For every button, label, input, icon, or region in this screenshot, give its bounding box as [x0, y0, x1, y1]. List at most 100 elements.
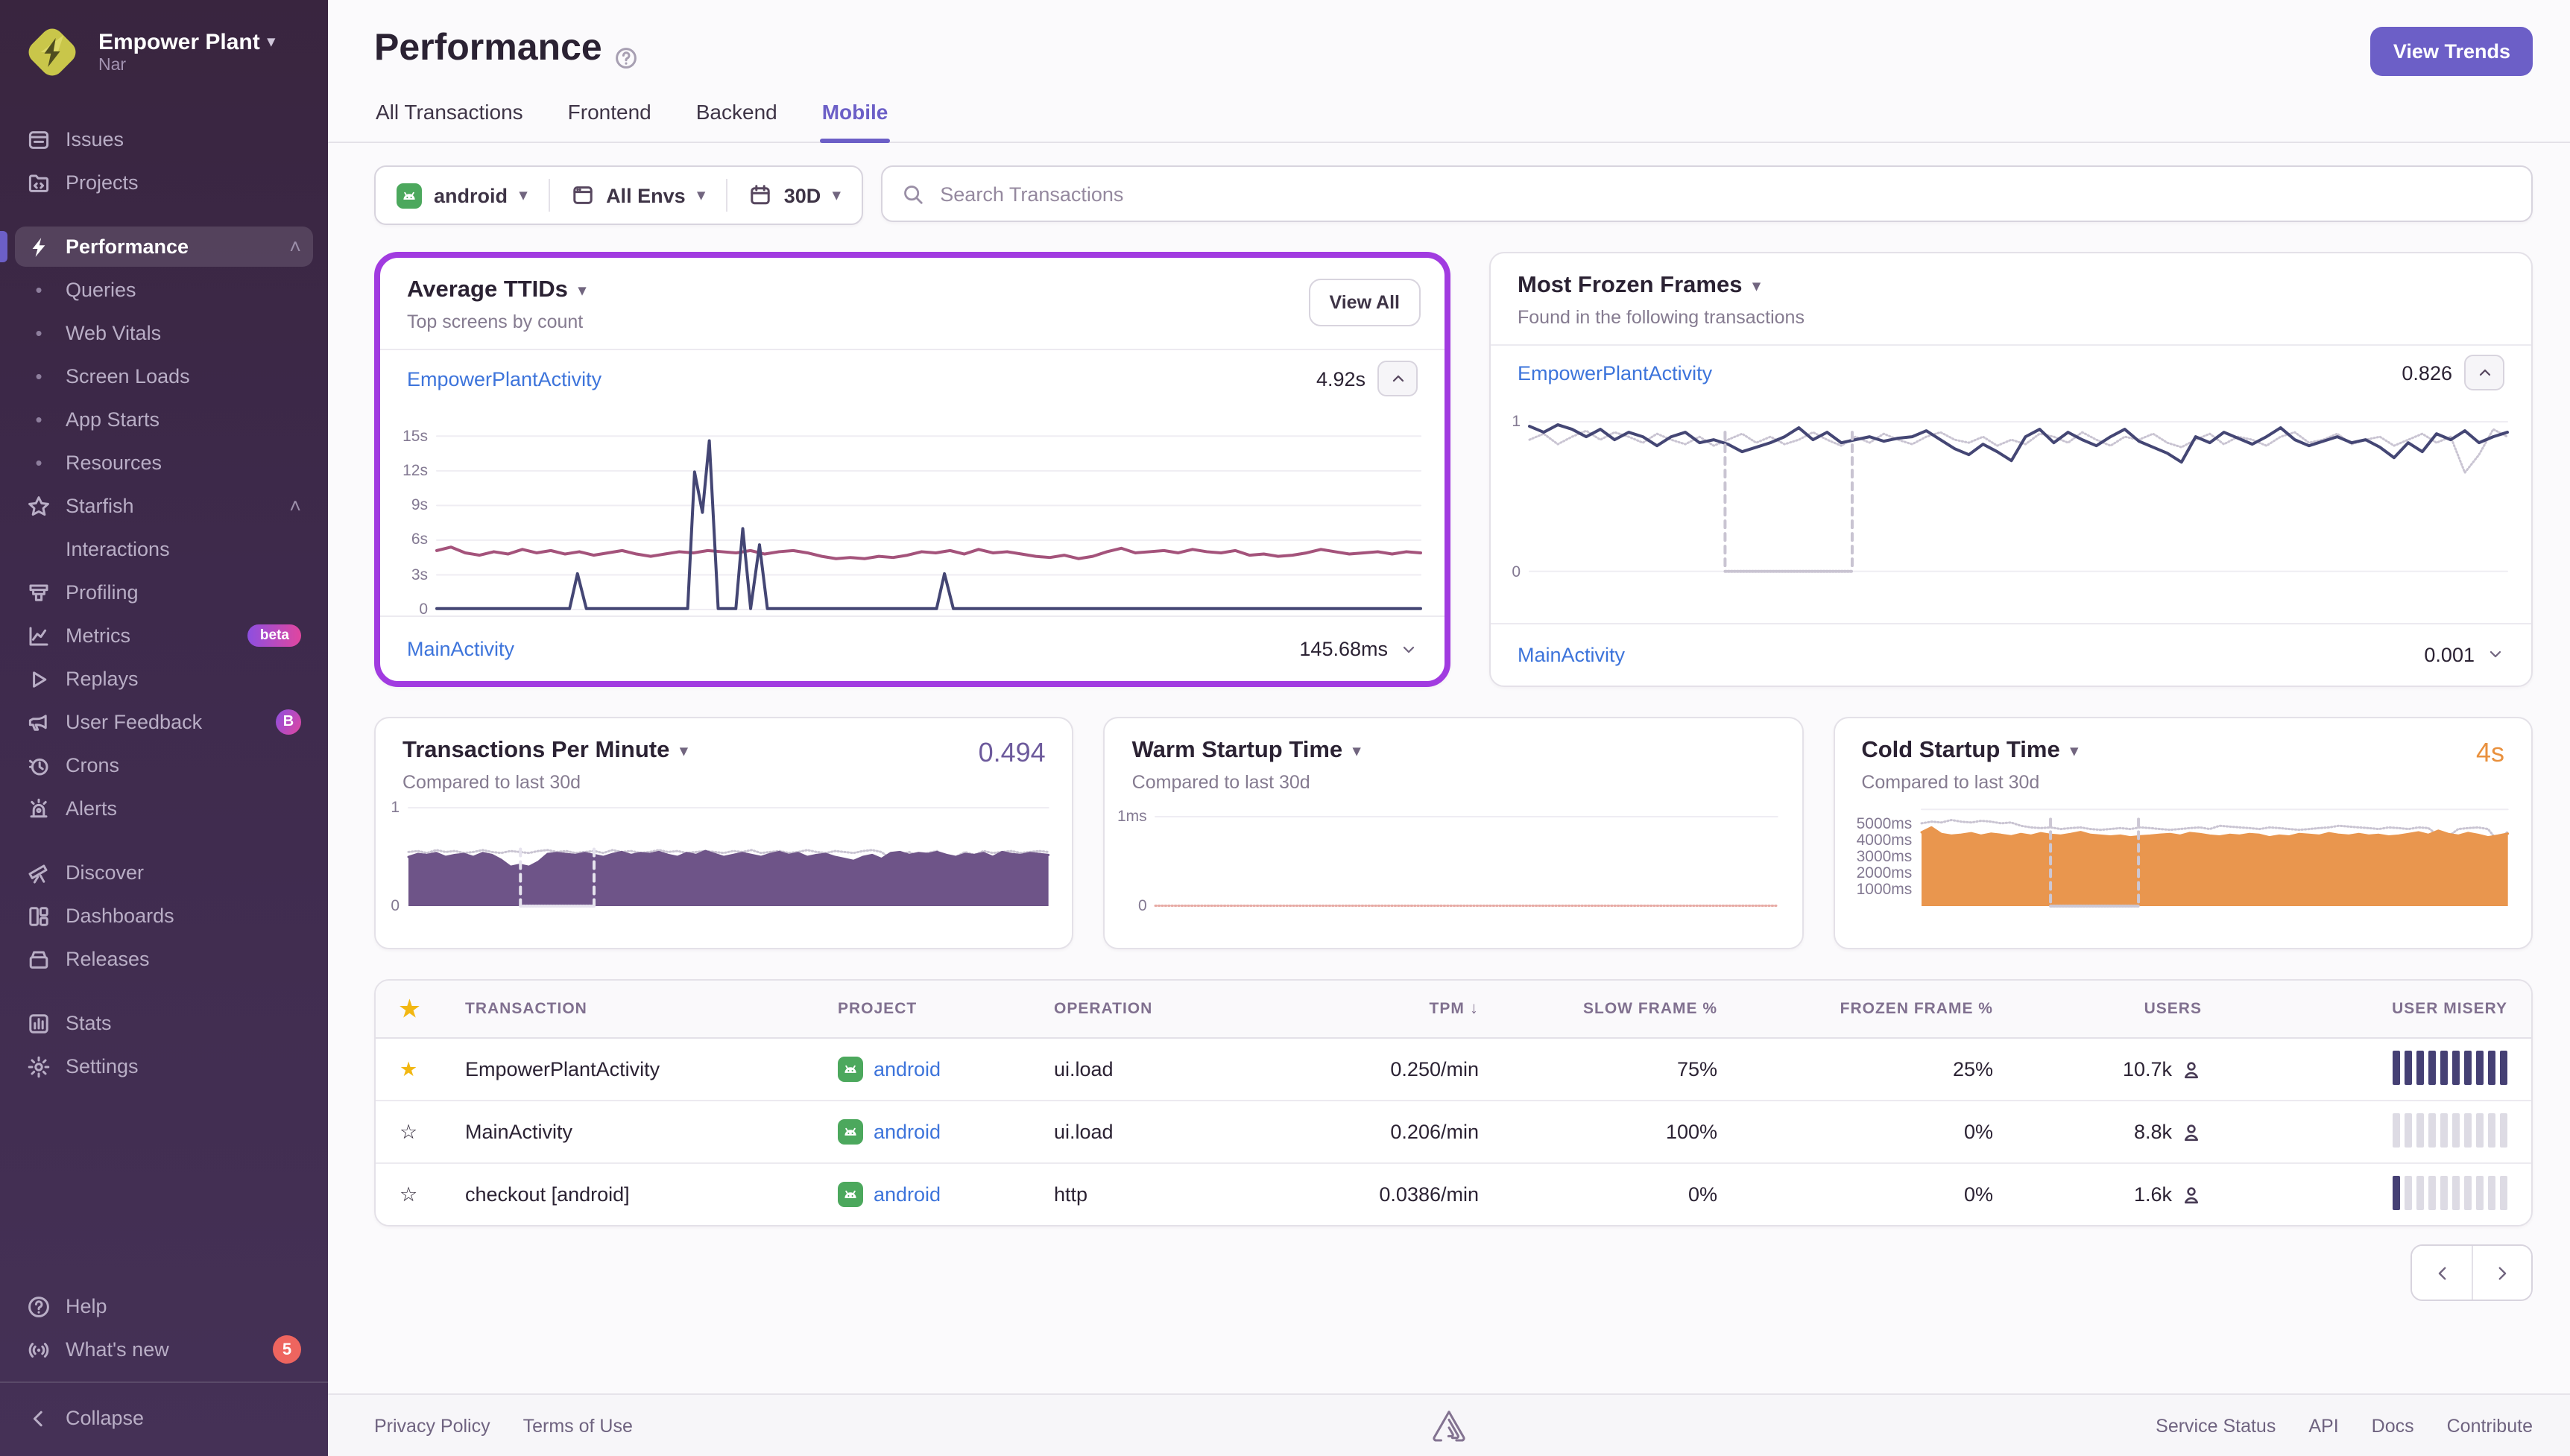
prev-page-button[interactable] — [2412, 1246, 2472, 1300]
sidebar-item-label: Help — [66, 1295, 107, 1317]
sidebar-item-issues[interactable]: Issues — [15, 119, 313, 159]
footer-link-service-status[interactable]: Service Status — [2156, 1415, 2276, 1436]
users-cell: 10.7k — [1993, 1058, 2202, 1080]
sidebar-item-what-s-new[interactable]: What's new 5 — [15, 1329, 313, 1370]
footer-left-links: Privacy Policy Terms of Use — [374, 1415, 633, 1436]
tab-frontend[interactable]: Frontend — [566, 100, 653, 142]
project-link[interactable]: android — [874, 1183, 941, 1206]
panel-title[interactable]: Average TTIDs — [407, 277, 568, 304]
ttid-chart[interactable] — [437, 419, 1421, 610]
panel-value: 4s — [2475, 738, 2504, 767]
dashboards-icon — [27, 904, 51, 928]
panel-title[interactable]: Cold Startup Time — [1861, 738, 2059, 765]
discover-icon — [27, 861, 51, 884]
user-misery-cell — [2202, 1050, 2507, 1089]
tab-mobile[interactable]: Mobile — [820, 100, 891, 143]
sidebar-item-resources[interactable]: • Resources — [15, 443, 313, 483]
sidebar-item-screen-loads[interactable]: • Screen Loads — [15, 356, 313, 396]
sidebar-item-settings[interactable]: Settings — [15, 1046, 313, 1086]
column-header[interactable]: TRANSACTION — [465, 1000, 838, 1018]
transaction-link[interactable]: EmpowerPlantActivity — [1518, 361, 1712, 384]
sidebar-item-releases[interactable]: Releases — [15, 939, 313, 979]
help-question-icon[interactable] — [614, 37, 638, 68]
sidebar-item-label: Starfish — [66, 495, 134, 517]
table-row: ☆ checkout [android] android http 0.0386… — [376, 1162, 2531, 1225]
sidebar-item-starfish[interactable]: Starfish ˄ — [15, 486, 313, 526]
column-header[interactable]: OPERATION — [1054, 1000, 1270, 1018]
sidebar-item-replays[interactable]: Replays — [15, 659, 313, 699]
star-icon[interactable]: ☆ — [400, 1121, 465, 1142]
sidebar-item-queries[interactable]: • Queries — [15, 270, 313, 310]
metric-value: 0.001 — [2424, 643, 2475, 666]
footer-link-contribute[interactable]: Contribute — [2447, 1415, 2533, 1436]
sidebar-item-discover[interactable]: Discover — [15, 852, 313, 893]
environment-filter[interactable]: All Envs ▾ — [548, 179, 726, 212]
transaction-link[interactable]: MainActivity — [1518, 644, 1625, 666]
next-page-button[interactable] — [2472, 1246, 2531, 1300]
column-header[interactable]: SLOW FRAME % — [1479, 1000, 1717, 1018]
sidebar-item-app-starts[interactable]: • App Starts — [15, 399, 313, 440]
tab-all-transactions[interactable]: All Transactions — [374, 100, 525, 142]
project-link[interactable]: android — [874, 1121, 941, 1143]
org-switcher[interactable]: Empower Plant ▾ Nar — [0, 0, 328, 92]
star-icon[interactable]: ★ — [400, 1059, 465, 1080]
sidebar-item-dashboards[interactable]: Dashboards — [15, 896, 313, 936]
transaction-link[interactable]: checkout [android] — [465, 1183, 838, 1206]
view-all-button[interactable]: View All — [1308, 279, 1421, 326]
sidebar-item-stats[interactable]: Stats — [15, 1003, 313, 1043]
y-tick-label: 0 — [1512, 563, 1521, 581]
column-header[interactable]: USER MISERY — [2202, 1000, 2507, 1018]
transaction-link[interactable]: EmpowerPlantActivity — [407, 367, 602, 390]
search-input[interactable] — [937, 181, 2512, 206]
cold-startup-panel: Cold Startup Time ▾ Compared to last 30d… — [1833, 717, 2533, 949]
transaction-link[interactable]: MainActivity — [407, 638, 514, 660]
collapse-chevron-button[interactable] — [2464, 355, 2504, 391]
footer-link-api[interactable]: API — [2308, 1415, 2338, 1436]
sidebar-item-alerts[interactable]: Alerts — [15, 788, 313, 829]
footer-link-terms-of-use[interactable]: Terms of Use — [523, 1415, 633, 1436]
sidebar-item-label: Profiling — [66, 581, 139, 604]
sidebar-item-performance[interactable]: Performance ˄ — [0, 227, 313, 267]
sidebar-item-crons[interactable]: Crons — [15, 745, 313, 785]
transaction-link[interactable]: MainActivity — [465, 1121, 838, 1143]
transaction-link[interactable]: EmpowerPlantActivity — [465, 1058, 838, 1080]
column-header[interactable]: TPM ↓ — [1270, 1000, 1479, 1018]
sidebar-item-metrics[interactable]: Metrics beta — [15, 615, 313, 656]
frozen-frames-chart[interactable] — [1529, 412, 2507, 572]
sidebar-item-label: Performance — [66, 235, 189, 258]
view-trends-button[interactable]: View Trends — [2370, 27, 2533, 76]
metric-value: 0.826 — [2402, 361, 2452, 384]
performance-tabs: All Transactions Frontend Backend Mobile — [328, 100, 2570, 143]
tab-backend[interactable]: Backend — [695, 100, 779, 142]
sidebar-item-projects[interactable]: Projects — [15, 162, 313, 203]
cold-startup-chart[interactable] — [1921, 808, 2507, 906]
sidebar-item-user-feedback[interactable]: User Feedback B — [15, 702, 313, 742]
metrics-icon — [27, 624, 51, 648]
column-header[interactable]: USERS — [1993, 1000, 2202, 1018]
project-filter[interactable]: android ▾ — [376, 179, 548, 212]
star-header-icon[interactable]: ★ — [400, 998, 465, 1020]
panel-title[interactable]: Most Frozen Frames — [1518, 273, 1742, 300]
column-header[interactable]: FROZEN FRAME % — [1717, 1000, 1993, 1018]
sidebar-item-label: Issues — [66, 128, 124, 151]
star-icon[interactable]: ☆ — [400, 1184, 465, 1205]
expand-chevron-icon[interactable] — [2487, 646, 2504, 664]
releases-icon — [27, 947, 51, 971]
sidebar-item-profiling[interactable]: Profiling — [15, 572, 313, 613]
footer: Privacy Policy Terms of Use Service Statu… — [328, 1393, 2570, 1456]
panel-title[interactable]: Transactions Per Minute — [402, 738, 669, 765]
expand-chevron-icon[interactable] — [1400, 640, 1418, 658]
date-range-filter[interactable]: 30D ▾ — [725, 179, 862, 212]
sidebar-item-web-vitals[interactable]: • Web Vitals — [15, 313, 313, 353]
warm-startup-chart[interactable] — [1156, 808, 1778, 906]
footer-link-docs[interactable]: Docs — [2372, 1415, 2414, 1436]
sidebar-item-collapse[interactable]: Collapse — [15, 1398, 313, 1438]
sidebar-item-interactions[interactable]: Interactions — [15, 529, 313, 569]
tpm-chart[interactable] — [408, 808, 1049, 906]
project-link[interactable]: android — [874, 1058, 941, 1080]
panel-title[interactable]: Warm Startup Time — [1132, 738, 1343, 765]
column-header[interactable]: PROJECT — [838, 1000, 1054, 1018]
collapse-chevron-button[interactable] — [1377, 361, 1418, 396]
footer-link-privacy-policy[interactable]: Privacy Policy — [374, 1415, 490, 1436]
sidebar-item-help[interactable]: Help — [15, 1286, 313, 1326]
